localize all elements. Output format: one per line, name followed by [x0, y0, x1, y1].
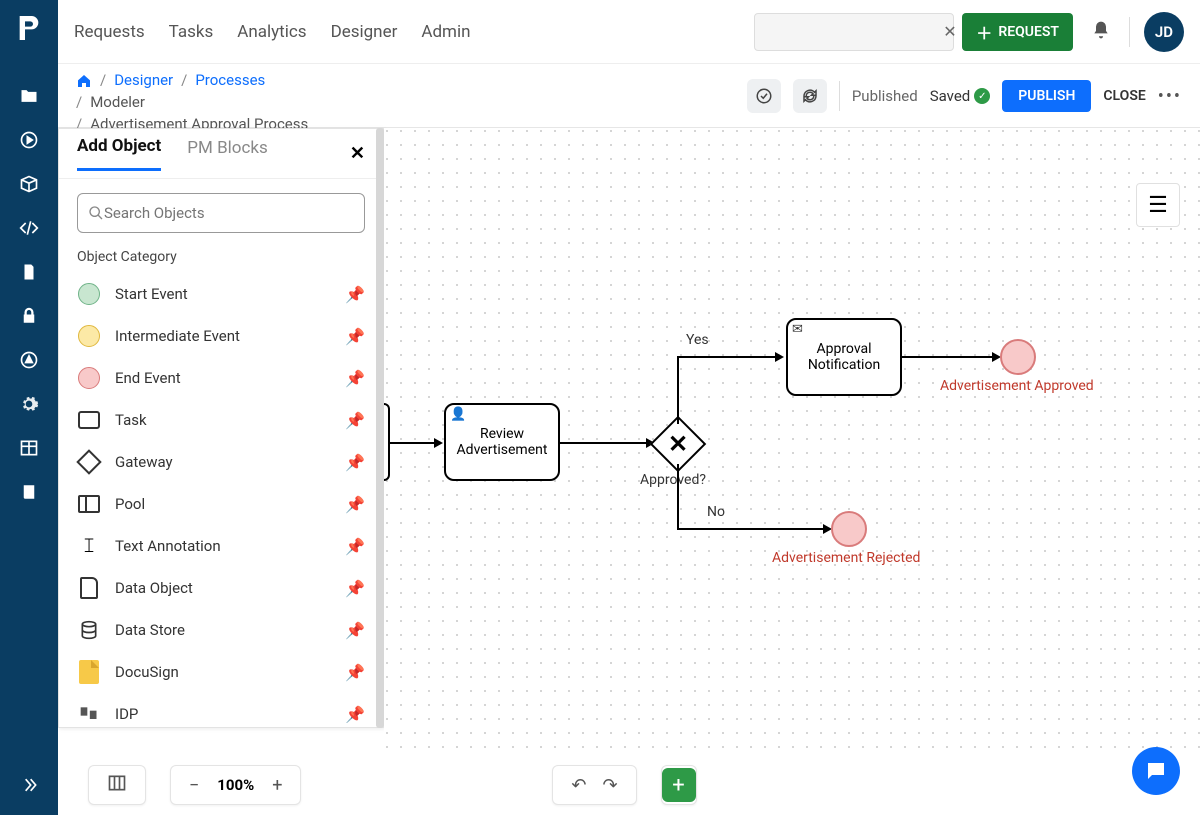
- publish-button[interactable]: PUBLISH: [1002, 80, 1091, 112]
- pin-icon[interactable]: 📌: [345, 537, 365, 556]
- obj-start-event[interactable]: Start Event📌: [59, 273, 383, 315]
- left-rail: [0, 0, 58, 815]
- redo-icon[interactable]: ↷: [594, 775, 625, 796]
- pin-icon[interactable]: 📌: [345, 621, 365, 640]
- panel-scroll-gutter: [376, 128, 384, 728]
- nav-box-icon[interactable]: [17, 172, 41, 196]
- refresh-icon[interactable]: [793, 79, 827, 113]
- edge-no-label: No: [707, 504, 725, 520]
- clear-search-icon[interactable]: ✕: [943, 22, 956, 41]
- obj-docusign[interactable]: DocuSign📌: [59, 651, 383, 693]
- tab-pm-blocks[interactable]: PM Blocks: [187, 138, 268, 170]
- obj-pool[interactable]: Pool📌: [59, 483, 383, 525]
- nav-requests[interactable]: Requests: [74, 22, 145, 42]
- obj-task[interactable]: Task📌: [59, 399, 383, 441]
- nav-folder-icon[interactable]: [17, 84, 41, 108]
- end-rejected-label: Advertisement Rejected: [772, 550, 920, 566]
- tab-add-object[interactable]: Add Object: [77, 136, 161, 171]
- edge-yes-label: Yes: [686, 332, 709, 348]
- nav-code-icon[interactable]: [17, 216, 41, 240]
- obj-data-store[interactable]: Data Store📌: [59, 609, 383, 651]
- bpmn-canvas[interactable]: ☰ 👤Review Advertisement ✕ Approved? Yes …: [384, 128, 1200, 755]
- bpmn-gateway[interactable]: ✕: [658, 424, 698, 464]
- nav-analytics[interactable]: Analytics: [237, 22, 306, 42]
- nav-designer[interactable]: Designer: [331, 22, 398, 42]
- nav-lock-icon[interactable]: [17, 304, 41, 328]
- end-approved-label: Advertisement Approved: [940, 378, 1094, 394]
- crumb-designer[interactable]: Designer: [114, 70, 173, 92]
- pin-icon[interactable]: 📌: [345, 369, 365, 388]
- user-icon: 👤: [450, 407, 466, 422]
- zoom-controls: − 100% +: [170, 765, 301, 805]
- close-button[interactable]: CLOSE: [1103, 88, 1145, 104]
- breadcrumb: /Designer /Processes /Modeler /Advertise…: [76, 70, 308, 135]
- pin-icon[interactable]: 📌: [345, 705, 365, 724]
- bpmn-end-approved[interactable]: [1000, 339, 1036, 375]
- add-object-panel: Add Object PM Blocks ✕ Object Category S…: [58, 128, 384, 728]
- obj-intermediate-event[interactable]: Intermediate Event📌: [59, 315, 383, 357]
- nav-book-icon[interactable]: [17, 480, 41, 504]
- global-search-input[interactable]: [765, 24, 943, 40]
- nav-admin[interactable]: Admin: [421, 22, 470, 42]
- pin-icon[interactable]: 📌: [345, 663, 365, 682]
- expand-rail-icon[interactable]: [0, 765, 58, 805]
- add-element-button[interactable]: +: [662, 768, 696, 802]
- history-controls: ↶ ↷: [552, 765, 636, 805]
- published-status: Published: [852, 87, 918, 105]
- pin-icon[interactable]: 📌: [345, 327, 365, 346]
- validate-icon[interactable]: [747, 79, 781, 113]
- crumb-processes[interactable]: Processes: [195, 70, 265, 92]
- nav-doc-icon[interactable]: [17, 260, 41, 284]
- canvas-menu-icon[interactable]: ☰: [1136, 183, 1180, 227]
- nav-gear-icon[interactable]: [17, 392, 41, 416]
- pin-icon[interactable]: 📌: [345, 453, 365, 472]
- obj-end-event[interactable]: End Event📌: [59, 357, 383, 399]
- nav-table-icon[interactable]: [17, 436, 41, 460]
- minimap-button[interactable]: [88, 765, 146, 805]
- pin-icon[interactable]: 📌: [345, 579, 365, 598]
- obj-gateway[interactable]: Gateway📌: [59, 441, 383, 483]
- obj-idp[interactable]: IDP📌: [59, 693, 383, 723]
- obj-text-annotation[interactable]: 𝙸Text Annotation📌: [59, 525, 383, 567]
- category-heading: Object Category: [59, 243, 383, 273]
- panel-close-icon[interactable]: ✕: [350, 143, 365, 164]
- gateway-label: Approved?: [640, 472, 706, 488]
- more-options-icon[interactable]: •••: [1158, 86, 1182, 107]
- user-avatar[interactable]: JD: [1144, 12, 1184, 52]
- notifications-icon[interactable]: [1091, 20, 1111, 44]
- zoom-out-icon[interactable]: −: [181, 775, 207, 796]
- minimap-icon: [99, 773, 135, 798]
- object-search-input[interactable]: [104, 204, 354, 222]
- undo-icon[interactable]: ↶: [563, 775, 594, 796]
- nav-deploy-icon[interactable]: [17, 348, 41, 372]
- top-nav: Requests Tasks Analytics Designer Admin …: [58, 0, 1200, 64]
- home-icon[interactable]: [76, 73, 92, 89]
- nav-play-icon[interactable]: [17, 128, 41, 152]
- global-search[interactable]: ✕: [754, 13, 954, 51]
- pin-icon[interactable]: 📌: [345, 495, 365, 514]
- search-icon: [88, 205, 104, 221]
- app-logo: [13, 12, 45, 44]
- envelope-icon: ✉: [792, 322, 803, 337]
- bottom-toolbar: − 100% + ↶ ↷ +: [58, 755, 1200, 815]
- breadcrumb-bar: /Designer /Processes /Modeler /Advertise…: [58, 64, 1200, 128]
- add-element-group: +: [661, 765, 697, 805]
- pin-icon[interactable]: 📌: [345, 411, 365, 430]
- saved-indicator: Saved✓: [930, 87, 991, 105]
- pin-icon[interactable]: 📌: [345, 285, 365, 304]
- nav-tasks[interactable]: Tasks: [169, 22, 214, 42]
- new-request-button[interactable]: ＋REQUEST: [962, 13, 1073, 51]
- object-search[interactable]: [77, 193, 365, 233]
- chat-widget-icon[interactable]: [1132, 747, 1180, 795]
- zoom-in-icon[interactable]: +: [264, 775, 290, 796]
- crumb-modeler: Modeler: [90, 92, 145, 114]
- obj-data-object[interactable]: Data Object📌: [59, 567, 383, 609]
- bpmn-task-notify[interactable]: ✉Approval Notification: [786, 318, 902, 396]
- zoom-level: 100%: [207, 776, 264, 794]
- bpmn-end-rejected[interactable]: [831, 511, 867, 547]
- bpmn-task-review[interactable]: 👤Review Advertisement: [444, 403, 560, 481]
